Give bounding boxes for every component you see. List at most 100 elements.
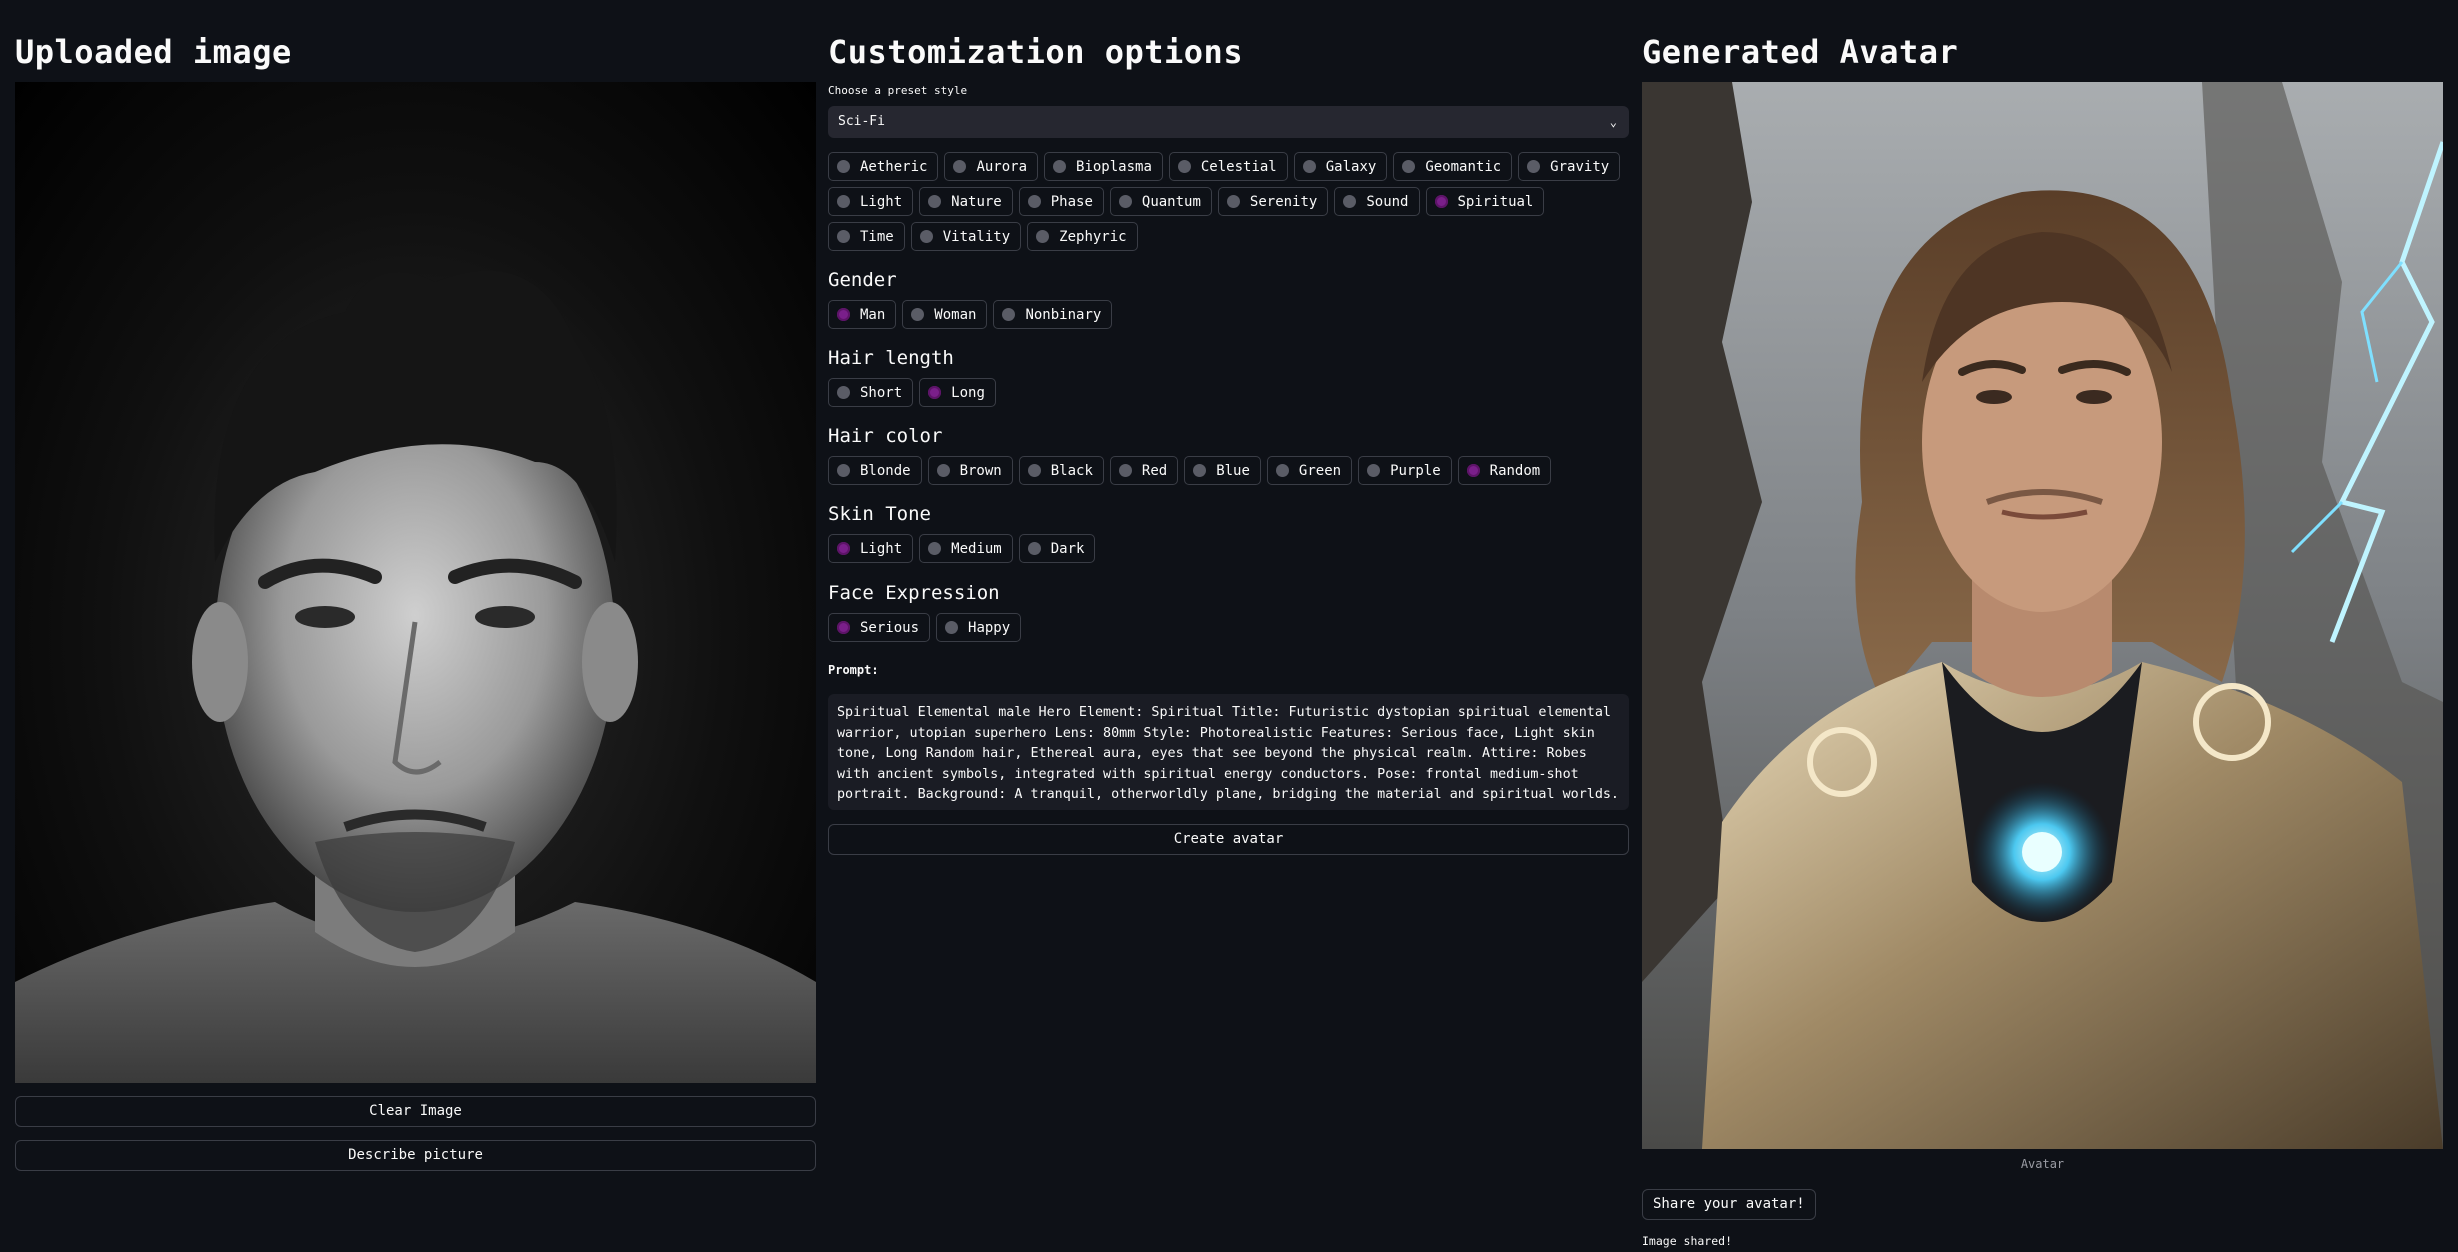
hair-color-option-black[interactable]: Black bbox=[1018, 456, 1104, 485]
radio-unselected-icon bbox=[1367, 464, 1381, 477]
face-expression-option-serious[interactable]: Serious bbox=[828, 613, 931, 642]
element-option-galaxy[interactable]: Galaxy bbox=[1293, 152, 1388, 181]
radio-unselected-icon bbox=[953, 160, 967, 173]
radio-unselected-icon bbox=[837, 160, 850, 173]
radio-unselected-icon bbox=[837, 464, 850, 477]
create-avatar-button[interactable]: Create avatar bbox=[828, 824, 1629, 855]
hair-color-option-green[interactable]: Green bbox=[1266, 456, 1353, 485]
element-option-time[interactable]: Time bbox=[828, 222, 905, 251]
prompt-text: Spiritual Elemental male Hero Element: S… bbox=[828, 694, 1629, 810]
clear-image-button[interactable]: Clear Image bbox=[15, 1096, 816, 1127]
element-option-nature[interactable]: Nature bbox=[919, 187, 1013, 216]
gender-option-label: Man bbox=[860, 306, 886, 323]
gender-title: Gender bbox=[828, 269, 897, 291]
face-expression-option-label: Serious bbox=[860, 619, 920, 636]
hair-color-option-label: Purple bbox=[1390, 462, 1441, 479]
element-option-label: Bioplasma bbox=[1076, 158, 1152, 175]
radio-unselected-icon bbox=[911, 308, 925, 321]
element-option-label: Time bbox=[860, 228, 894, 245]
gender-option-label: Nonbinary bbox=[1025, 306, 1102, 323]
skin-tone-options: Light Medium Dark bbox=[828, 534, 1096, 563]
skin-tone-option-label: Light bbox=[860, 540, 903, 557]
element-option-spiritual[interactable]: Spiritual bbox=[1425, 187, 1545, 216]
element-option-celestial[interactable]: Celestial bbox=[1168, 152, 1288, 181]
generated-avatar-image bbox=[1642, 82, 2443, 1149]
hair-color-option-label: Random bbox=[1489, 462, 1541, 479]
radio-unselected-icon bbox=[1302, 160, 1316, 173]
hair-color-option-red[interactable]: Red bbox=[1109, 456, 1179, 485]
radio-unselected-icon bbox=[1402, 160, 1416, 173]
element-option-bioplasma[interactable]: Bioplasma bbox=[1044, 152, 1163, 181]
avatar-caption: Avatar bbox=[2020, 1157, 2065, 1171]
hair-length-option-long[interactable]: Long bbox=[919, 378, 996, 407]
hair-color-option-blonde[interactable]: Blonde bbox=[828, 456, 922, 485]
element-options-row: Aetheric Aurora Bioplasma Celestial Galaxy Ge… bbox=[828, 152, 1621, 181]
hair-color-title: Hair color bbox=[828, 425, 943, 447]
skin-tone-option-light[interactable]: Light bbox=[828, 534, 914, 563]
radio-selected-icon bbox=[837, 542, 850, 555]
preset-style-value: Sci-Fi bbox=[838, 114, 885, 129]
element-option-phase[interactable]: Phase bbox=[1018, 187, 1104, 216]
face-expression-title: Face Expression bbox=[828, 582, 1000, 604]
element-options-row: Time Vitality Zephyric bbox=[828, 222, 1138, 251]
radio-unselected-icon bbox=[1002, 308, 1016, 321]
element-option-quantum[interactable]: Quantum bbox=[1109, 187, 1212, 216]
element-option-label: Aetheric bbox=[860, 158, 928, 175]
hair-color-option-purple[interactable]: Purple bbox=[1358, 456, 1452, 485]
radio-unselected-icon bbox=[1036, 230, 1050, 243]
gender-option-man[interactable]: Man bbox=[828, 300, 897, 329]
portrait-photo-illustration bbox=[15, 270, 816, 1083]
radio-selected-icon bbox=[1434, 195, 1448, 208]
radio-unselected-icon bbox=[1118, 195, 1132, 208]
radio-unselected-icon bbox=[1527, 160, 1541, 173]
radio-selected-icon bbox=[837, 308, 850, 321]
gender-option-woman[interactable]: Woman bbox=[902, 300, 988, 329]
preset-style-label: Choose a preset style bbox=[828, 84, 968, 97]
radio-unselected-icon bbox=[1275, 464, 1289, 477]
hair-color-option-brown[interactable]: Brown bbox=[927, 456, 1013, 485]
uploaded-photo bbox=[15, 82, 816, 1083]
radio-unselected-icon bbox=[1027, 542, 1041, 555]
describe-picture-button[interactable]: Describe picture bbox=[15, 1140, 816, 1171]
face-expression-option-happy[interactable]: Happy bbox=[936, 613, 1022, 642]
element-option-aurora[interactable]: Aurora bbox=[944, 152, 1039, 181]
element-option-sound[interactable]: Sound bbox=[1334, 187, 1420, 216]
radio-unselected-icon bbox=[1177, 160, 1191, 173]
radio-unselected-icon bbox=[945, 621, 959, 634]
radio-unselected-icon bbox=[1027, 464, 1041, 477]
gender-option-nonbinary[interactable]: Nonbinary bbox=[993, 300, 1113, 329]
gender-option-label: Woman bbox=[934, 306, 977, 323]
element-option-serenity[interactable]: Serenity bbox=[1217, 187, 1329, 216]
element-option-label: Phase bbox=[1050, 193, 1093, 210]
radio-unselected-icon bbox=[1343, 195, 1357, 208]
customization-title: Customization options bbox=[828, 33, 1244, 71]
element-option-zephyric[interactable]: Zephyric bbox=[1027, 222, 1138, 251]
hair-color-option-blue[interactable]: Blue bbox=[1184, 456, 1261, 485]
element-option-gravity[interactable]: Gravity bbox=[1518, 152, 1621, 181]
hair-length-options: Short Long bbox=[828, 378, 996, 407]
element-option-aetheric[interactable]: Aetheric bbox=[828, 152, 939, 181]
element-option-label: Zephyric bbox=[1059, 228, 1127, 245]
image-shared-note: Image shared! bbox=[1642, 1234, 1733, 1248]
element-option-label: Nature bbox=[951, 193, 1002, 210]
radio-unselected-icon bbox=[837, 230, 850, 243]
preset-style-select[interactable]: Sci-Fi ⌄ bbox=[828, 106, 1629, 138]
element-option-label: Vitality bbox=[942, 228, 1011, 245]
element-option-light[interactable]: Light bbox=[828, 187, 914, 216]
element-option-label: Galaxy bbox=[1325, 158, 1377, 175]
hair-length-option-short[interactable]: Short bbox=[828, 378, 914, 407]
radio-unselected-icon bbox=[1053, 160, 1067, 173]
radio-unselected-icon bbox=[928, 195, 942, 208]
share-avatar-button[interactable]: Share your avatar! bbox=[1642, 1189, 1816, 1220]
avatar-illustration bbox=[1642, 82, 2443, 1149]
radio-unselected-icon bbox=[1118, 464, 1132, 477]
radio-unselected-icon bbox=[837, 195, 850, 208]
face-expression-option-label: Happy bbox=[968, 619, 1011, 636]
skin-tone-option-dark[interactable]: Dark bbox=[1018, 534, 1096, 563]
skin-tone-option-medium[interactable]: Medium bbox=[919, 534, 1013, 563]
hair-color-option-random[interactable]: Random bbox=[1457, 456, 1552, 485]
radio-unselected-icon bbox=[936, 464, 950, 477]
element-option-geomantic[interactable]: Geomantic bbox=[1393, 152, 1513, 181]
radio-unselected-icon bbox=[1027, 195, 1041, 208]
element-option-vitality[interactable]: Vitality bbox=[910, 222, 1022, 251]
